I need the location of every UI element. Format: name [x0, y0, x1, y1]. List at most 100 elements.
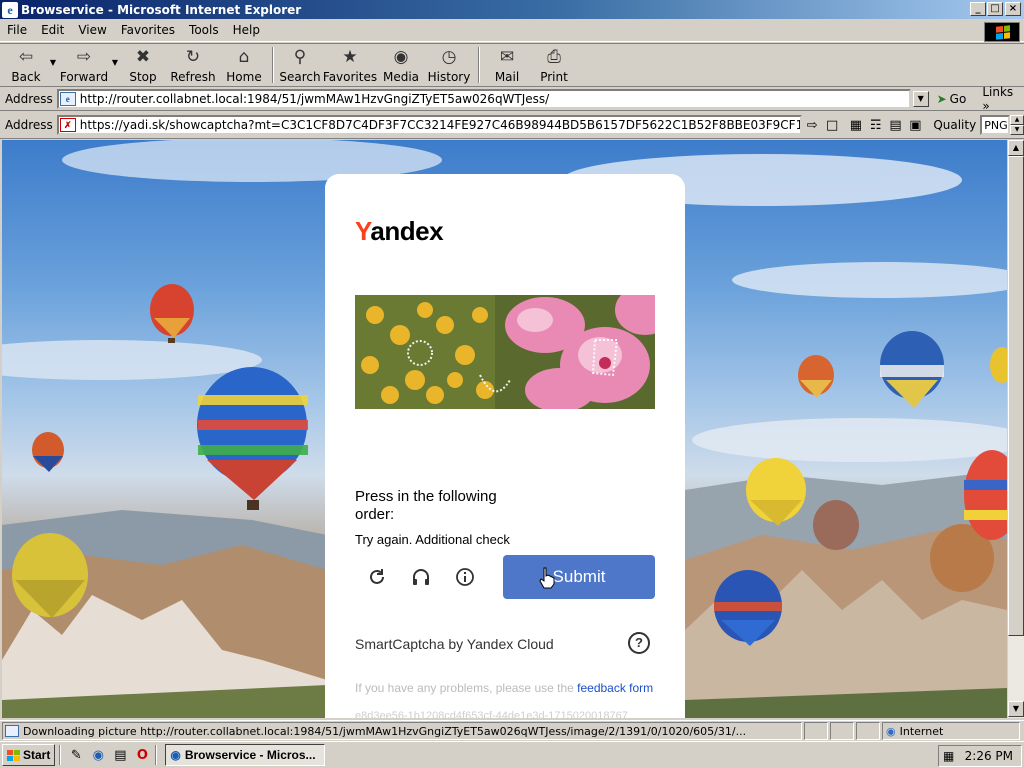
page-icon: e [59, 91, 76, 106]
forward-dropdown-icon[interactable]: ▼ [110, 44, 120, 67]
desktop-quicklaunch-icon[interactable]: ▤ [111, 746, 129, 764]
spin-down-icon[interactable]: ▼ [1010, 125, 1024, 135]
spin-up-icon[interactable]: ▲ [1010, 115, 1024, 125]
address-label: Address [5, 91, 53, 106]
address-dropdown-icon[interactable]: ▼ [912, 90, 929, 107]
submit-button[interactable]: Submit [503, 555, 655, 599]
problems-text: If you have any problems, please use the… [355, 681, 653, 695]
address-input[interactable]: e http://router.collabnet.local:1984/51/… [56, 88, 911, 109]
history-label: History [427, 70, 471, 84]
internet-globe-icon: ◉ [886, 724, 896, 738]
hand-cursor-icon [539, 567, 555, 592]
yandex-logo: Yandex [355, 216, 444, 247]
info-icon[interactable] [453, 565, 477, 589]
back-button[interactable]: ⇦ Back [4, 44, 48, 86]
go-arrow-icon: ➤ [936, 91, 947, 106]
taskbar-separator [59, 745, 62, 765]
stop-button[interactable]: ✖ Stop [120, 44, 166, 86]
refresh-button[interactable]: ↻ Refresh [166, 44, 220, 86]
taskbar-separator [155, 745, 158, 765]
captcha-prompt: Press in the following order: [355, 488, 497, 523]
toolbar-separator [478, 47, 480, 83]
print-button[interactable]: ⎙ Print [530, 44, 578, 86]
search-button[interactable]: ⚲ Search [278, 44, 322, 86]
browservice-address-label: Address [5, 118, 53, 132]
standard-toolbar: ⇦ Back ▼ ⇨ Forward ▼ ✖ Stop ↻ Refresh ⌂ … [0, 43, 1024, 87]
bookmark-icon[interactable]: □ [822, 115, 842, 135]
close-button[interactable]: × [1005, 2, 1021, 16]
menu-favorites[interactable]: Favorites [114, 23, 182, 37]
opera-quicklaunch-icon[interactable]: O [133, 746, 151, 764]
scroll-up-icon[interactable]: ▲ [1008, 140, 1024, 156]
status-zone-panel: ◉ Internet [882, 722, 1020, 740]
find-binoculars-icon[interactable]: ☶ [866, 115, 886, 135]
quality-spinner[interactable]: ▲ ▼ [1010, 115, 1024, 135]
printer-icon: ⎙ [547, 47, 561, 67]
stop-label: Stop [129, 70, 157, 84]
system-tray: ▦ 2:26 PM [938, 745, 1022, 767]
feedback-form-link[interactable]: feedback form [577, 681, 653, 695]
forward-button[interactable]: ⇨ Forward [58, 44, 110, 86]
scrollbar-thumb[interactable] [1008, 156, 1024, 636]
status-message-panel: Downloading picture http://router.collab… [2, 722, 802, 740]
menu-help[interactable]: Help [226, 23, 267, 37]
pages-icon[interactable]: ▣ [905, 115, 925, 135]
history-button[interactable]: ◷ History [424, 44, 474, 86]
quality-select[interactable]: PNG [980, 115, 1010, 135]
favorites-button[interactable]: ★ Favorites [322, 44, 378, 86]
back-arrow-icon: ⇦ [18, 47, 34, 67]
media-button[interactable]: ◉ Media [378, 44, 424, 86]
clipboard-icon[interactable]: ▤ [886, 115, 906, 135]
browservice-address-input[interactable]: ✗ https://yadi.sk/showcaptcha?mt=C3C1CF8… [56, 115, 803, 135]
menu-tools[interactable]: Tools [182, 23, 226, 37]
status-empty-panel [856, 722, 880, 740]
vertical-scrollbar[interactable]: ▲ ▼ [1007, 140, 1024, 718]
address-url: http://router.collabnet.local:1984/51/jw… [79, 91, 550, 106]
chevron-right-icon: » [982, 98, 990, 113]
mail-button[interactable]: ✉ Mail [484, 44, 530, 86]
toolbar-separator [272, 47, 274, 83]
favorites-folder-icon: ★ [342, 47, 358, 67]
task-browservice[interactable]: ◉ Browservice - Micros... [165, 744, 326, 766]
clock[interactable]: 2:26 PM [965, 749, 1013, 763]
refresh-icon: ↻ [185, 47, 201, 67]
start-button[interactable]: Start [2, 744, 56, 766]
home-button[interactable]: ⌂ Home [220, 44, 268, 86]
media-globe-icon: ◉ [393, 47, 409, 67]
window-title-bar[interactable]: e Browservice - Microsoft Internet Explo… [0, 0, 1024, 19]
help-question-icon[interactable]: ? [628, 632, 650, 654]
captcha-image[interactable] [355, 295, 655, 409]
go-button[interactable]: ➤ Go [937, 92, 967, 106]
status-empty-panel [804, 722, 828, 740]
address-bar: Address e http://router.collabnet.local:… [0, 85, 1024, 113]
windows-start-icon [7, 749, 20, 761]
browservice-url: https://yadi.sk/showcaptcha?mt=C3C1CF8D7… [79, 118, 803, 132]
favorites-label: Favorites [322, 70, 378, 84]
back-dropdown-icon[interactable]: ▼ [48, 44, 58, 67]
menu-view[interactable]: View [71, 23, 113, 37]
start-label: Start [23, 748, 51, 762]
refresh-captcha-icon[interactable] [365, 565, 389, 589]
home-label: Home [226, 70, 262, 84]
menu-file[interactable]: File [0, 23, 34, 37]
maximize-button[interactable]: □ [987, 2, 1003, 16]
windows-logo-throbber [984, 22, 1020, 42]
minimize-button[interactable]: _ [970, 2, 986, 16]
search-label: Search [279, 70, 321, 84]
links-button[interactable]: Links » [982, 85, 1024, 113]
task-label: Browservice - Micros... [184, 748, 316, 762]
navigate-arrow-icon[interactable]: ⇨ [802, 115, 822, 135]
quality-label: Quality [933, 118, 977, 132]
ie-quicklaunch-icon[interactable]: ◉ [89, 746, 107, 764]
save-page-icon[interactable]: ▦ [846, 115, 866, 135]
go-label: Go [949, 91, 967, 106]
ie-app-icon: e [2, 1, 18, 18]
notepad-quicklaunch-icon[interactable]: ✎ [67, 746, 85, 764]
scroll-down-icon[interactable]: ▼ [1008, 701, 1024, 717]
audio-headphones-icon[interactable] [409, 565, 433, 589]
menu-edit[interactable]: Edit [34, 23, 71, 37]
forward-label: Forward [59, 70, 109, 84]
zone-label: Internet [899, 724, 944, 738]
status-bar: Downloading picture http://router.collab… [0, 720, 1024, 741]
network-tray-icon[interactable]: ▦ [943, 749, 954, 763]
